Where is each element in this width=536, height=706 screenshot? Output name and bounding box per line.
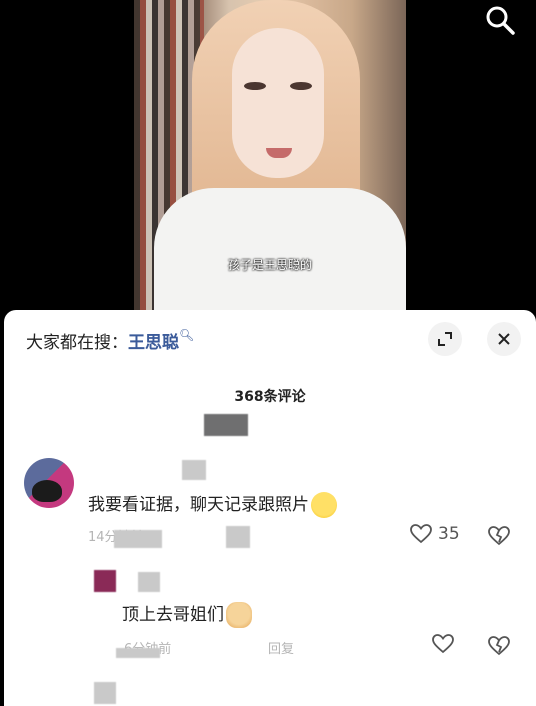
- like-count: 35: [438, 524, 460, 544]
- comment-count: 368条评论: [234, 389, 306, 405]
- reply-like-button[interactable]: [432, 634, 454, 654]
- left-eye: [244, 82, 266, 90]
- small-search-icon: 🔍︎: [179, 328, 195, 342]
- broken-heart-icon: [488, 526, 510, 546]
- video-subtitle: 孩子是王思聪的: [227, 258, 312, 272]
- mosaic-block: [138, 572, 160, 592]
- dislike-button[interactable]: [488, 526, 510, 550]
- right-eye: [290, 82, 312, 90]
- heart-icon: [432, 634, 454, 654]
- mosaic-block: [116, 648, 160, 658]
- reply-button[interactable]: 回复: [268, 638, 294, 657]
- hot-search-bar[interactable]: 大家都在搜：王思聪🔍︎: [26, 328, 194, 353]
- cat-avatar-icon: [32, 480, 62, 502]
- mosaic-block: [94, 682, 116, 704]
- hot-search-prefix: 大家都在搜：: [26, 333, 128, 353]
- crying-laughing-icon: [311, 492, 337, 518]
- close-button[interactable]: [487, 322, 521, 356]
- hot-search-keyword[interactable]: 王思聪: [128, 333, 179, 353]
- close-icon: [498, 333, 510, 345]
- video-player[interactable]: 孩子是王思聪的: [0, 0, 536, 320]
- mosaic-block: [114, 530, 162, 548]
- reply-avatar[interactable]: [94, 570, 116, 592]
- comment-body: 我要看证据，聊天记录跟照片: [88, 495, 309, 515]
- expand-icon: [438, 332, 452, 346]
- avatar[interactable]: [24, 458, 74, 508]
- doge-icon: [226, 602, 252, 628]
- reply-text: 顶上去哥姐们: [122, 600, 252, 628]
- like-button[interactable]: 35: [410, 524, 460, 544]
- expand-button[interactable]: [428, 322, 462, 356]
- reply-body: 顶上去哥姐们: [122, 605, 224, 625]
- shirt: [154, 188, 406, 320]
- comment-sheet: 大家都在搜：王思聪🔍︎ 368条评论 我要看证据，聊天记录跟照片 14分钟前 3…: [4, 310, 536, 706]
- heart-icon: [410, 524, 432, 544]
- mosaic-block: [204, 414, 248, 436]
- mosaic-block: [182, 460, 206, 480]
- comment-text: 我要看证据，聊天记录跟照片: [88, 490, 337, 518]
- reply-dislike-button[interactable]: [488, 636, 510, 660]
- mosaic-block: [226, 526, 250, 548]
- video-frame: 孩子是王思聪的: [134, 0, 406, 320]
- search-icon[interactable]: [484, 4, 516, 36]
- broken-heart-icon: [488, 636, 510, 656]
